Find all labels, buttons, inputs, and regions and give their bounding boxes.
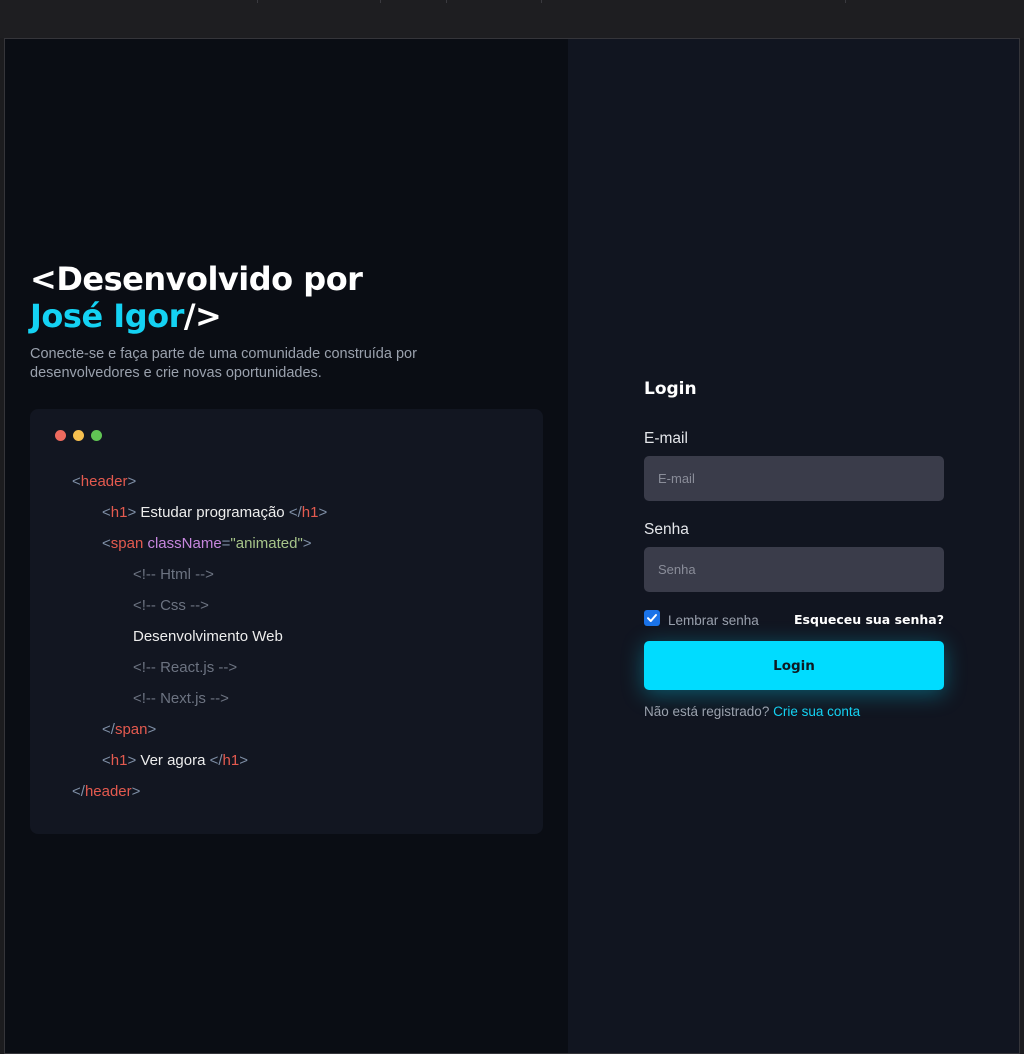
code-tag: header [84, 783, 132, 800]
code-comment: <!-- Html --> [133, 566, 214, 583]
hero-title: <Desenvolvido por José Igor/> [30, 260, 363, 335]
code-tag: header [80, 473, 128, 490]
code-line: <header> [72, 473, 137, 490]
code-line: <h1> Estudar programação </h1> [102, 504, 328, 521]
code-window: <header> <h1> Estudar programação </h1> … [30, 409, 543, 834]
code-comment: <!-- Css --> [133, 597, 209, 614]
hero-title-name: José Igor [30, 297, 184, 335]
code-tag: h1 [301, 504, 319, 521]
register-text: Não está registrado? [644, 704, 770, 719]
register-prompt: Não está registrado? Crie sua conta [644, 704, 860, 719]
email-field[interactable] [644, 456, 944, 501]
code-tag: h1 [110, 752, 128, 769]
maximize-dot-icon [91, 430, 102, 441]
code-tag: h1 [110, 504, 128, 521]
code-text: Estudar programação [140, 504, 285, 521]
code-line: <!-- React.js --> [72, 656, 327, 687]
code-tag: h1 [222, 752, 240, 769]
login-button[interactable]: Login [644, 641, 944, 690]
code-string: "animated" [230, 535, 303, 552]
close-dot-icon [55, 430, 66, 441]
login-title: Login [644, 379, 697, 399]
code-text: Ver agora [140, 752, 206, 769]
code-snippet: <header> <h1> Estudar programação </h1> … [72, 470, 327, 811]
code-tag: span [110, 535, 144, 552]
code-attr: className [147, 535, 222, 552]
tab-divider [257, 0, 258, 3]
page-frame: <Desenvolvido por José Igor/> Conecte-se … [4, 38, 1020, 1054]
code-tag: span [114, 721, 148, 738]
email-label: E-mail [644, 430, 688, 447]
hero-title-line1: <Desenvolvido por [30, 260, 363, 298]
tab-divider [845, 0, 846, 3]
password-label: Senha [644, 521, 689, 538]
code-line: <!-- Css --> [72, 594, 327, 625]
code-line: </span> [102, 721, 157, 738]
browser-top-bar [0, 0, 1024, 38]
login-panel: Login E-mail Senha Lembrar senha Esquece… [568, 39, 1019, 1053]
code-line: <!-- Next.js --> [72, 687, 327, 718]
code-comment: <!-- React.js --> [133, 659, 238, 676]
remember-label[interactable]: Lembrar senha [668, 613, 759, 628]
checkmark-icon [647, 614, 657, 622]
code-text: Desenvolvimento Web [133, 628, 283, 645]
forgot-password-link[interactable]: Esqueceu sua senha? [794, 612, 944, 627]
minimize-dot-icon [73, 430, 84, 441]
code-line: <h1> Ver agora </h1> [102, 752, 248, 769]
tab-divider [380, 0, 381, 3]
hero-title-close: /> [183, 297, 222, 335]
code-line: <span className="animated"> [102, 535, 312, 552]
hero-subtitle: Conecte-se e faça parte de uma comunidad… [30, 346, 417, 381]
code-comment: <!-- Next.js --> [133, 690, 229, 707]
code-line: <!-- Html --> [72, 563, 327, 594]
code-line: </header> [72, 783, 141, 800]
tab-divider [446, 0, 447, 3]
hero-panel: <Desenvolvido por José Igor/> Conecte-se … [5, 39, 568, 1053]
code-line: Desenvolvimento Web [72, 625, 327, 656]
create-account-link[interactable]: Crie sua conta [773, 704, 860, 719]
remember-row: Lembrar senha Esqueceu sua senha? [644, 610, 944, 630]
password-field[interactable] [644, 547, 944, 592]
remember-checkbox[interactable] [644, 610, 660, 626]
tab-divider [541, 0, 542, 3]
